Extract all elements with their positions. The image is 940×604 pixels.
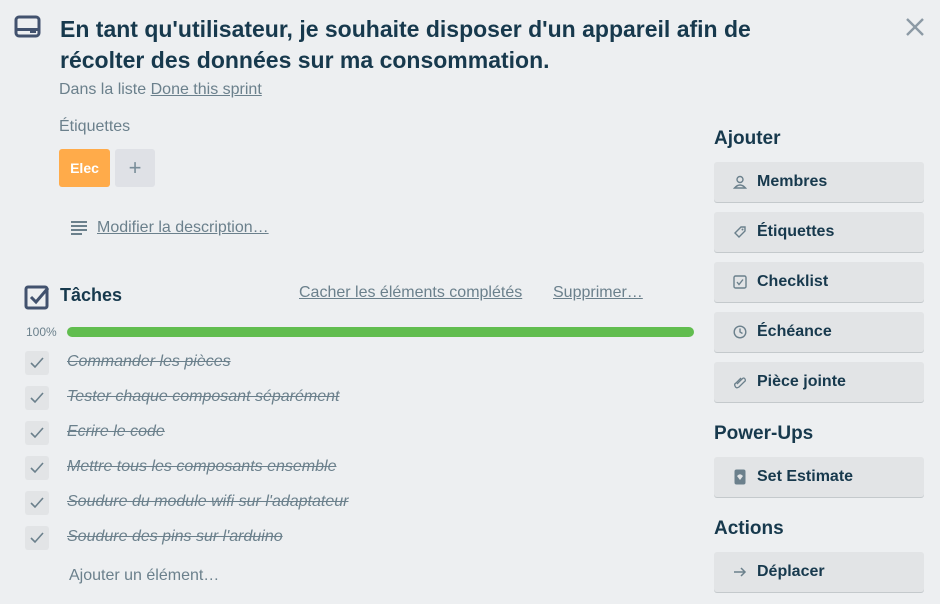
members-button[interactable]: Membres: [714, 162, 924, 202]
hide-completed-link[interactable]: Cacher les éléments complétés: [299, 284, 522, 302]
move-button[interactable]: Déplacer: [714, 552, 924, 592]
checklist-button-label: Checklist: [757, 273, 829, 290]
checklist-icon: [24, 284, 50, 310]
edit-description-link[interactable]: Modifier la description…: [71, 219, 269, 237]
list-name-link[interactable]: Done this sprint: [151, 81, 262, 98]
labels-heading: Étiquettes: [59, 118, 131, 135]
tag-icon: [732, 224, 748, 240]
add-label-button[interactable]: +: [115, 149, 155, 187]
in-list-prefix: Dans la liste: [59, 81, 147, 98]
edit-description-label: Modifier la description…: [97, 219, 269, 236]
checkbox-checked-icon[interactable]: [25, 421, 49, 445]
attachment-button-label: Pièce jointe: [757, 373, 846, 390]
description-icon: [71, 221, 87, 235]
checklist-item-text[interactable]: Mettre tous les composants ensemble: [67, 458, 336, 476]
checklist-item-text[interactable]: Tester chaque composant séparément: [67, 388, 339, 406]
list-location: Dans la liste Done this sprint: [59, 81, 262, 99]
actions-section-heading: Actions: [714, 518, 784, 539]
label-elec[interactable]: Elec: [59, 149, 110, 187]
checkbox-icon: [732, 274, 748, 290]
checklist-title[interactable]: Tâches: [60, 285, 122, 306]
due-date-button-label: Échéance: [757, 323, 832, 340]
labels-button-label: Étiquettes: [757, 223, 835, 240]
move-button-label: Déplacer: [757, 563, 825, 580]
close-icon[interactable]: [903, 15, 927, 39]
checkbox-checked-icon[interactable]: [25, 491, 49, 515]
card-icon: [14, 15, 42, 39]
arrow-right-icon: [732, 564, 748, 580]
checklist-item-text[interactable]: Ecrire le code: [67, 423, 165, 441]
checkbox-checked-icon[interactable]: [25, 526, 49, 550]
estimate-icon: [732, 469, 748, 485]
clock-icon: [732, 324, 748, 340]
due-date-button[interactable]: Échéance: [714, 312, 924, 352]
delete-checklist-link[interactable]: Supprimer…: [553, 284, 643, 302]
set-estimate-button[interactable]: Set Estimate: [714, 457, 924, 497]
progress-percent: 100%: [26, 325, 57, 339]
checklist-item-text[interactable]: Commander les pièces: [67, 353, 231, 371]
person-icon: [732, 174, 748, 190]
labels-button[interactable]: Étiquettes: [714, 212, 924, 252]
attachment-button[interactable]: Pièce jointe: [714, 362, 924, 402]
add-checklist-item-button[interactable]: Ajouter un élément…: [69, 567, 219, 585]
checklist-item-text[interactable]: Soudure du module wifi sur l'adaptateur: [67, 493, 348, 511]
members-button-label: Membres: [757, 173, 828, 190]
progress-bar: [67, 327, 694, 337]
powerups-section-heading: Power-Ups: [714, 423, 814, 444]
checklist-button[interactable]: Checklist: [714, 262, 924, 302]
checkbox-checked-icon[interactable]: [25, 351, 49, 375]
progress-bar-fill: [67, 327, 694, 337]
checklist-item-text[interactable]: Soudure des pins sur l'arduino: [67, 528, 283, 546]
card-title[interactable]: En tant qu'utilisateur, je souhaite disp…: [60, 14, 840, 76]
set-estimate-button-label: Set Estimate: [757, 468, 854, 485]
checkbox-checked-icon[interactable]: [25, 456, 49, 480]
checkbox-checked-icon[interactable]: [25, 386, 49, 410]
add-section-heading: Ajouter: [714, 128, 781, 149]
paperclip-icon: [732, 374, 748, 390]
